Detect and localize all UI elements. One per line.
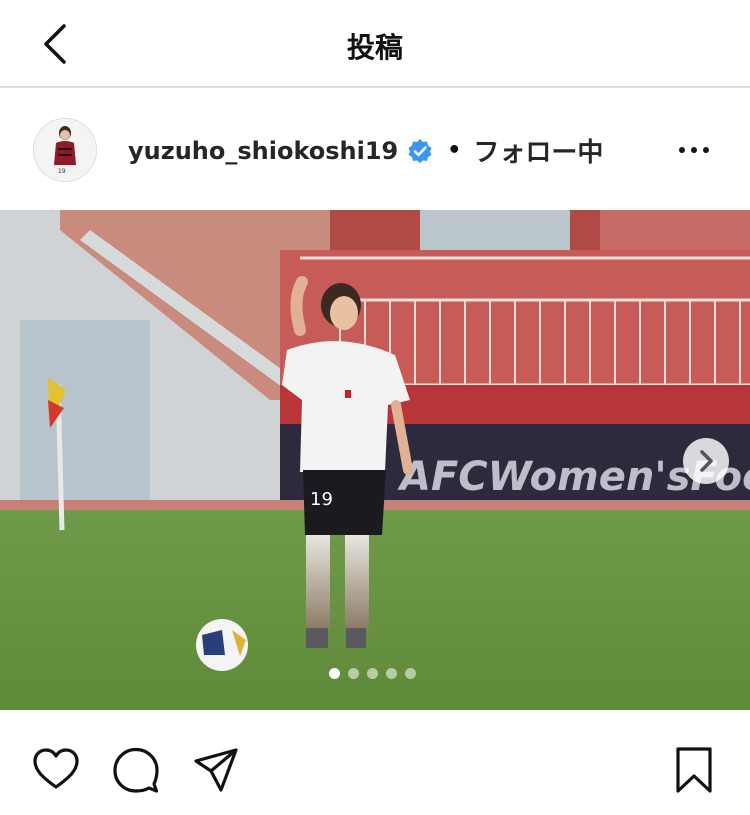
avatar[interactable]: 19 bbox=[33, 118, 97, 182]
separator-dot: • bbox=[447, 138, 462, 163]
page-title: 投稿 bbox=[346, 31, 403, 64]
carousel-next-button[interactable] bbox=[683, 438, 729, 484]
chevron-right-icon bbox=[700, 450, 713, 472]
follow-status-button[interactable]: フォロー中 bbox=[473, 132, 603, 169]
svg-text:19: 19 bbox=[58, 168, 66, 175]
name-row: yuzuho_shiokoshi19 • フォロー中 bbox=[128, 132, 603, 169]
heart-icon[interactable] bbox=[32, 746, 80, 794]
carousel-dot bbox=[367, 668, 378, 679]
carousel-dot bbox=[405, 668, 416, 679]
post-photo[interactable]: AFCWomen'sFootb 19 bbox=[0, 210, 750, 710]
verified-badge-icon bbox=[408, 138, 432, 163]
carousel-dot bbox=[329, 668, 340, 679]
username[interactable]: yuzuho_shiokoshi19 bbox=[128, 137, 398, 165]
carousel-indicator bbox=[329, 668, 416, 680]
share-icon[interactable] bbox=[192, 746, 240, 794]
carousel-dot bbox=[348, 668, 359, 679]
top-bar: 投稿 bbox=[0, 0, 750, 88]
more-options-icon[interactable] bbox=[676, 138, 712, 162]
post-header: 19 yuzuho_shiokoshi19 • フォロー中 bbox=[0, 90, 750, 210]
photo-scene: AFCWomen'sFootb 19 bbox=[0, 210, 750, 710]
bookmark-icon[interactable] bbox=[670, 746, 718, 794]
jersey-number: 19 bbox=[310, 489, 333, 510]
soccer-ball bbox=[196, 619, 248, 671]
comment-icon[interactable] bbox=[112, 746, 160, 794]
action-bar bbox=[0, 710, 750, 815]
carousel-dot bbox=[386, 668, 397, 679]
